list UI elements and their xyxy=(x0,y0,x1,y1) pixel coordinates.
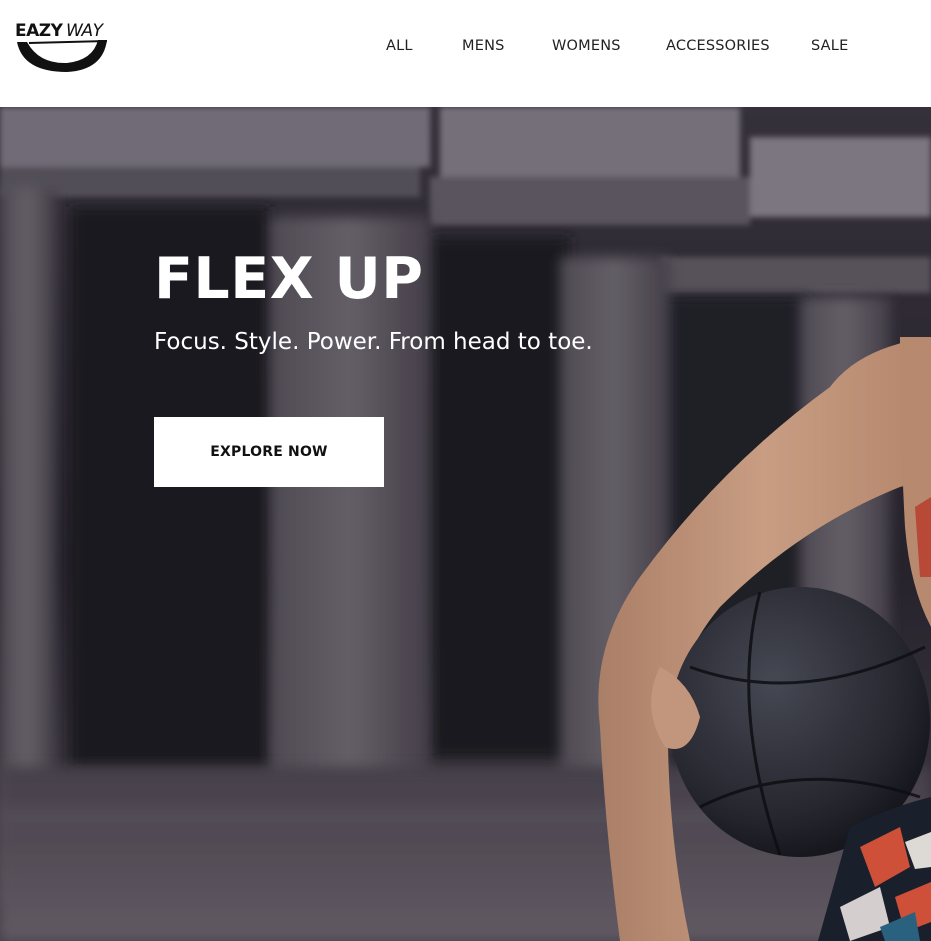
hero-banner: FLEX UP Focus. Style. Power. From head t… xyxy=(0,107,931,941)
hero-background-image xyxy=(0,107,931,941)
main-nav: ALL MENS WOMENS ACCESSORIES SALE xyxy=(0,38,931,58)
nav-item-mens[interactable]: MENS xyxy=(462,38,505,54)
nav-item-womens[interactable]: WOMENS xyxy=(552,38,621,54)
nav-item-sale[interactable]: SALE xyxy=(811,38,848,54)
nav-item-all[interactable]: ALL xyxy=(386,38,413,54)
explore-now-button[interactable]: EXPLORE NOW xyxy=(154,417,384,487)
nav-item-accessories[interactable]: ACCESSORIES xyxy=(666,38,770,54)
hero-title: FLEX UP xyxy=(154,246,424,312)
site-header: EAZY WAY ALL MENS WOMENS ACCESSORIES SAL… xyxy=(0,0,931,107)
hero-subtitle: Focus. Style. Power. From head to toe. xyxy=(154,329,593,355)
